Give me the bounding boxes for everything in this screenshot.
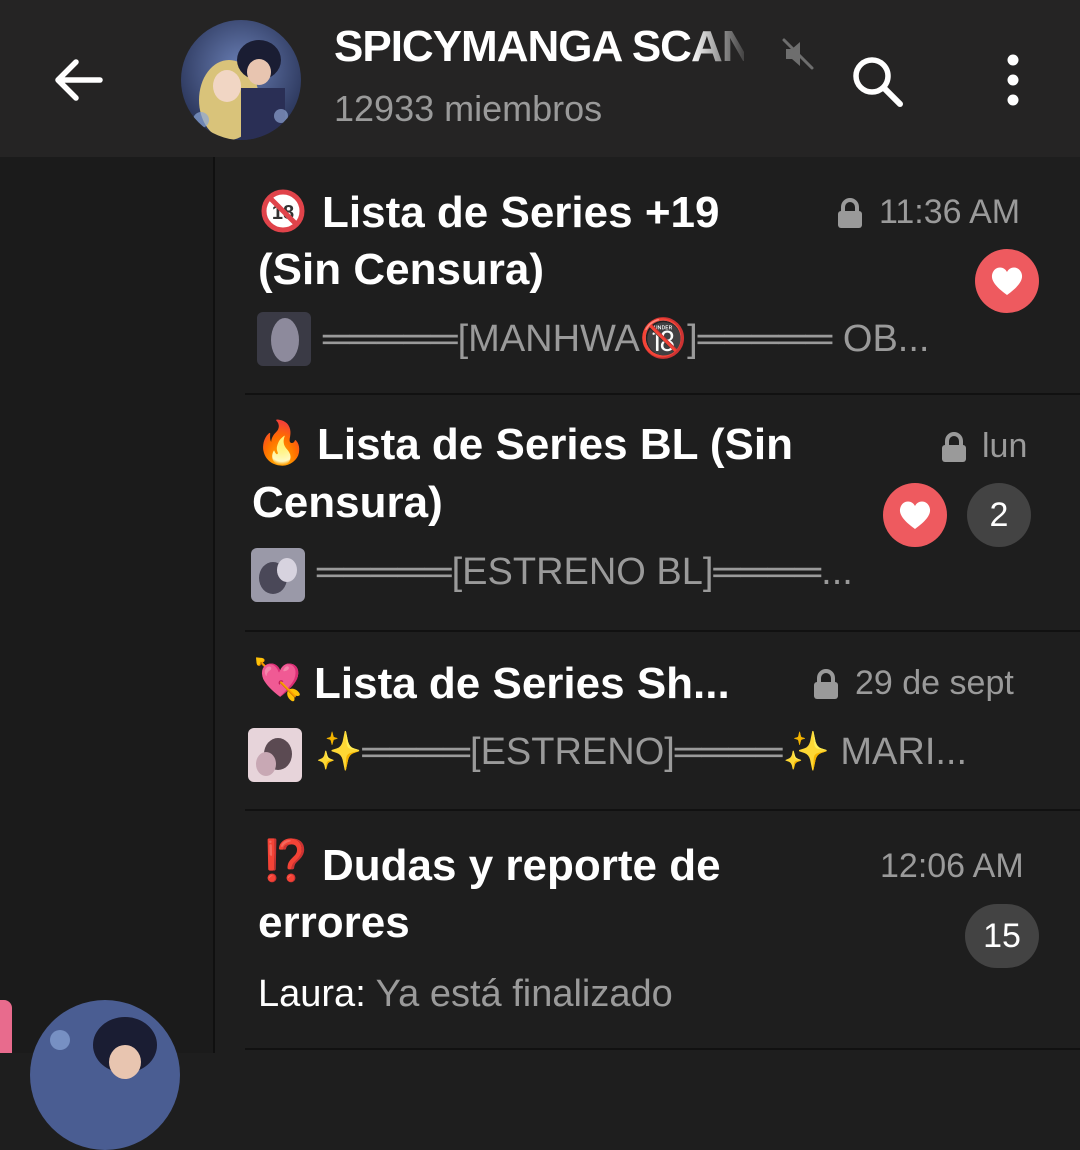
topic-title-continued: Censura) <box>252 478 443 527</box>
topic-preview: ═════[ESTRENO BL]════... <box>317 551 853 593</box>
topics-rail <box>0 157 213 1053</box>
lock-icon <box>812 668 840 700</box>
lock-icon <box>836 197 864 229</box>
rail-group-avatar[interactable] <box>30 1000 180 1150</box>
group-avatar[interactable] <box>181 20 301 140</box>
topic-time: 29 de sept <box>855 664 1014 702</box>
topic-divider <box>245 1048 1080 1050</box>
topic-title-continued: (Sin Censura) <box>258 245 545 294</box>
unread-count-badge: 2 <box>967 483 1031 547</box>
topic-row[interactable]: 💘 Lista de Series Sh... 29 de sept ✨════… <box>215 632 1080 809</box>
topic-preview: ✨════[ESTRENO]════✨ MARI... <box>315 731 968 773</box>
topic-title: Lista de Series BL (Sin <box>317 420 794 469</box>
heart-icon <box>991 267 1023 295</box>
preview-thumbnail <box>257 312 311 366</box>
topic-row[interactable]: 18 Lista de Series +19 (Sin Censura) 11:… <box>215 157 1080 394</box>
topic-title: Dudas y reporte de <box>322 841 721 890</box>
back-arrow-icon <box>55 59 103 101</box>
more-vertical-icon <box>1007 54 1019 106</box>
topic-title-continued: errores <box>258 898 410 947</box>
muted-speaker-icon <box>780 36 816 72</box>
search-icon <box>853 57 903 107</box>
topic-row[interactable]: ⁉️ Dudas y reporte de errores 12:06 AM 1… <box>215 811 1080 1049</box>
unread-count-badge: 15 <box>965 904 1039 968</box>
topic-title: Lista de Series Sh... <box>314 659 730 708</box>
topic-time: lun <box>982 427 1028 465</box>
heart-icon <box>899 501 931 529</box>
heart-arrow-emoji: 💘 <box>253 658 303 702</box>
preview-thumbnail <box>248 728 302 782</box>
reaction-badge[interactable] <box>975 249 1039 313</box>
member-count: 12933 miembros <box>334 88 603 129</box>
preview-message: Ya está finalizado <box>375 973 673 1015</box>
rail-selection-indicator <box>0 1000 12 1053</box>
lock-icon <box>940 431 968 463</box>
topic-time: 12:06 AM <box>880 847 1024 885</box>
preview-thumbnail <box>251 548 305 602</box>
group-title: SPICYMANGA SCANS <box>334 22 744 71</box>
exclamation-question-emoji: ⁉️ <box>261 839 311 883</box>
preview-sender: Laura: <box>258 973 366 1015</box>
topic-preview: ═════[MANHWA🔞]═════ OB... <box>323 318 930 360</box>
topic-title: Lista de Series +19 <box>322 188 720 237</box>
search-button[interactable] <box>846 50 908 112</box>
chat-header: SPICYMANGA SCANS 12933 miembros <box>0 0 1080 157</box>
title-fade <box>690 22 780 82</box>
topic-preview: Laura: Ya está finalizado <box>258 973 673 1016</box>
no-under-18-emoji: 18 <box>261 189 305 238</box>
topic-row[interactable]: 🔥 Lista de Series BL (Sin Censura) lun 2… <box>215 395 1080 631</box>
fire-emoji: 🔥 <box>255 419 308 466</box>
topic-time: 11:36 AM <box>879 193 1021 231</box>
reaction-badge[interactable] <box>883 483 947 547</box>
back-button[interactable] <box>48 50 108 110</box>
more-options-button[interactable] <box>990 50 1036 112</box>
